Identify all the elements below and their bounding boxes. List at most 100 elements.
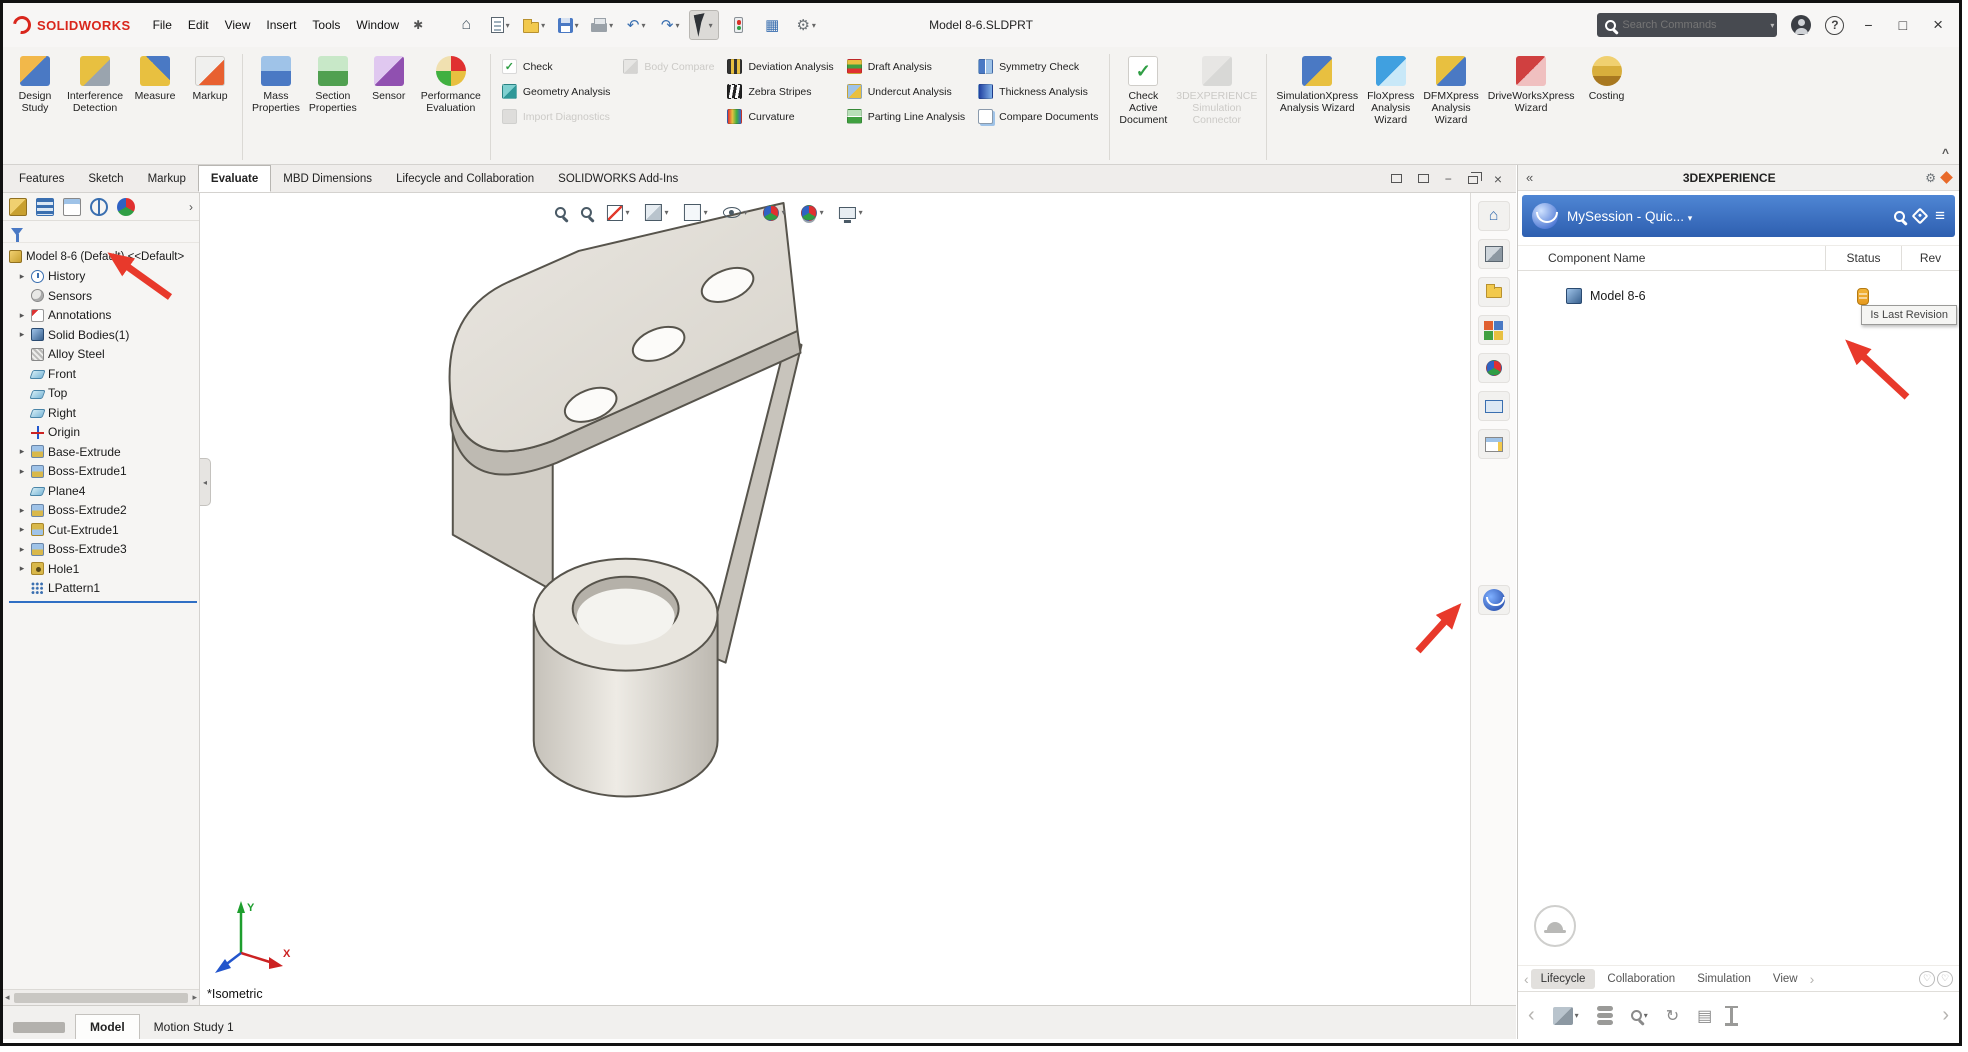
sensor-button[interactable]: Sensor	[363, 52, 415, 106]
explore-button[interactable]: ▾	[1631, 1010, 1648, 1021]
tree-item-history[interactable]: ▸History	[7, 267, 199, 287]
expander-icon[interactable]: ▸	[17, 310, 27, 321]
ribbon-collapse-button[interactable]: ^	[1942, 146, 1949, 160]
3d-printing-button[interactable]	[1478, 239, 1510, 269]
tree-item-lpattern1[interactable]: LPattern1	[7, 579, 199, 599]
tabs-scroll-right-icon[interactable]: ›	[1810, 971, 1815, 987]
close-button[interactable]: ×	[1927, 15, 1949, 35]
open-button[interactable]: ▾	[519, 10, 549, 40]
hamburger-menu-icon[interactable]: ≡	[1935, 206, 1945, 226]
tree-item-material[interactable]: Alloy Steel	[7, 345, 199, 365]
thickness-analysis-button[interactable]: Thickness Analysis	[978, 84, 1098, 99]
curvature-button[interactable]: Curvature	[727, 109, 833, 124]
search-input[interactable]	[1622, 19, 1764, 31]
design-study-button[interactable]: Design Study	[9, 52, 61, 118]
sheet-tab-scrollbar[interactable]	[13, 1022, 65, 1033]
expander-icon[interactable]: ▸	[17, 544, 27, 555]
help-icon[interactable]: ?	[1825, 16, 1844, 35]
column-component-name[interactable]: Component Name	[1518, 251, 1825, 265]
display-style-button[interactable]: ▾	[681, 201, 711, 224]
panel-pin-icon[interactable]	[1940, 171, 1953, 184]
tree-item-boss-extrude2[interactable]: ▸Boss-Extrude2	[7, 501, 199, 521]
component-actions-button[interactable]: ▾	[1553, 1007, 1579, 1025]
propertymanager-tab-icon[interactable]	[36, 198, 54, 216]
chevron-down-icon[interactable]: ▾	[1770, 21, 1774, 30]
expander-icon[interactable]: ▸	[17, 505, 27, 516]
tag-icon[interactable]	[1912, 208, 1929, 225]
options-button[interactable]: ⚙▾	[791, 10, 821, 40]
parting-line-analysis-button[interactable]: Parting Line Analysis	[847, 109, 965, 124]
dimxpertmanager-tab-icon[interactable]	[90, 198, 108, 216]
status-icon[interactable]	[1856, 288, 1870, 305]
tree-item-hole1[interactable]: ▸Hole1	[7, 559, 199, 579]
evaluate-grid-button[interactable]: ▦	[757, 10, 787, 40]
tree-item-base-extrude[interactable]: ▸Base-Extrude	[7, 442, 199, 462]
window-pane-icon[interactable]	[1418, 174, 1429, 183]
tree-item-cut-extrude1[interactable]: ▸Cut-Extrude1	[7, 520, 199, 540]
expander-icon[interactable]: ▸	[17, 446, 27, 457]
file-explorer-button[interactable]	[1478, 277, 1510, 307]
tab-markup[interactable]: Markup	[136, 165, 198, 192]
reaction-icon[interactable]: ♡	[1937, 971, 1953, 987]
tree-item-top-plane[interactable]: Top	[7, 384, 199, 404]
tree-item-plane4[interactable]: Plane4	[7, 481, 199, 501]
menu-tools[interactable]: Tools	[312, 18, 340, 32]
expander-icon[interactable]: ▸	[17, 563, 27, 574]
window-pane-icon[interactable]	[1391, 174, 1402, 183]
scroll-left-icon[interactable]: ◂	[5, 992, 10, 1003]
symmetry-check-button[interactable]: Symmetry Check	[978, 59, 1098, 74]
undo-button[interactable]: ↶▾	[621, 10, 651, 40]
view-settings-button[interactable]: ▾	[836, 204, 866, 222]
doc-minimize-button[interactable]: −	[1445, 172, 1452, 186]
body-compare-button[interactable]: Body Compare	[623, 59, 714, 74]
tab-view[interactable]: View	[1763, 969, 1808, 989]
rebuild-button[interactable]	[723, 10, 753, 40]
3dexperience-simulation-connector-button[interactable]: 3DEXPERIENCE Simulation Connector	[1173, 52, 1260, 130]
tab-lifecycle-collaboration[interactable]: Lifecycle and Collaboration	[384, 165, 546, 192]
menu-edit[interactable]: Edit	[188, 18, 209, 32]
doc-close-button[interactable]: ×	[1494, 171, 1502, 187]
draft-analysis-button[interactable]: Draft Analysis	[847, 59, 965, 74]
column-rev[interactable]: Rev	[1901, 246, 1959, 270]
view-palette-button[interactable]	[1478, 391, 1510, 421]
tree-item-boss-extrude3[interactable]: ▸Boss-Extrude3	[7, 540, 199, 560]
tab-features[interactable]: Features	[7, 165, 76, 192]
refresh-icon[interactable]: ↻	[1666, 1006, 1679, 1026]
expander-icon[interactable]: ▸	[17, 271, 27, 282]
section-view-button[interactable]: ▾	[604, 202, 633, 224]
geometry-analysis-button[interactable]: Geometry Analysis	[502, 84, 611, 99]
user-account-icon[interactable]	[1791, 15, 1811, 35]
panel-splitter-handle[interactable]: ◂	[200, 458, 211, 506]
menu-file[interactable]: File	[153, 18, 172, 32]
compare-documents-button[interactable]: Compare Documents	[978, 109, 1098, 124]
save-button[interactable]: ▾	[553, 10, 583, 40]
tree-filter-row[interactable]	[3, 221, 199, 243]
search-icon[interactable]	[1894, 211, 1905, 222]
appearances-button[interactable]	[1478, 353, 1510, 383]
tree-item-front-plane[interactable]: Front	[7, 364, 199, 384]
undercut-analysis-button[interactable]: Undercut Analysis	[847, 84, 965, 99]
dfmxpress-button[interactable]: DFMXpress Analysis Wizard	[1420, 52, 1481, 130]
assistant-chat-button[interactable]	[1534, 905, 1576, 947]
rollback-bar[interactable]	[9, 601, 197, 603]
scrollbar-thumb[interactable]	[14, 993, 189, 1003]
minimize-button[interactable]: −	[1858, 17, 1878, 33]
design-library-button[interactable]	[1478, 315, 1510, 345]
displaymanager-tab-icon[interactable]	[117, 198, 135, 216]
tree-item-right-plane[interactable]: Right	[7, 403, 199, 423]
section-properties-button[interactable]: Section Properties	[306, 52, 360, 118]
interference-detection-button[interactable]: Interference Detection	[64, 52, 126, 118]
featuremanager-tab-icon[interactable]	[9, 198, 27, 216]
expander-icon[interactable]: ▸	[17, 524, 27, 535]
tree-item-boss-extrude1[interactable]: ▸Boss-Extrude1	[7, 462, 199, 482]
redo-button[interactable]: ↷▾	[655, 10, 685, 40]
print-button[interactable]: ▾	[587, 10, 617, 40]
simulationxpress-button[interactable]: SimulationXpress Analysis Wizard	[1273, 52, 1361, 118]
tree-item-origin[interactable]: Origin	[7, 423, 199, 443]
tab-collaboration[interactable]: Collaboration	[1597, 969, 1685, 989]
tree-item-annotations[interactable]: ▸Annotations	[7, 306, 199, 326]
tree-item-sensors[interactable]: Sensors	[7, 286, 199, 306]
search-commands-box[interactable]: ▾	[1597, 13, 1777, 37]
tree-item-solid-bodies[interactable]: ▸Solid Bodies(1)	[7, 325, 199, 345]
tab-motion-study-1[interactable]: Motion Study 1	[140, 1015, 248, 1039]
